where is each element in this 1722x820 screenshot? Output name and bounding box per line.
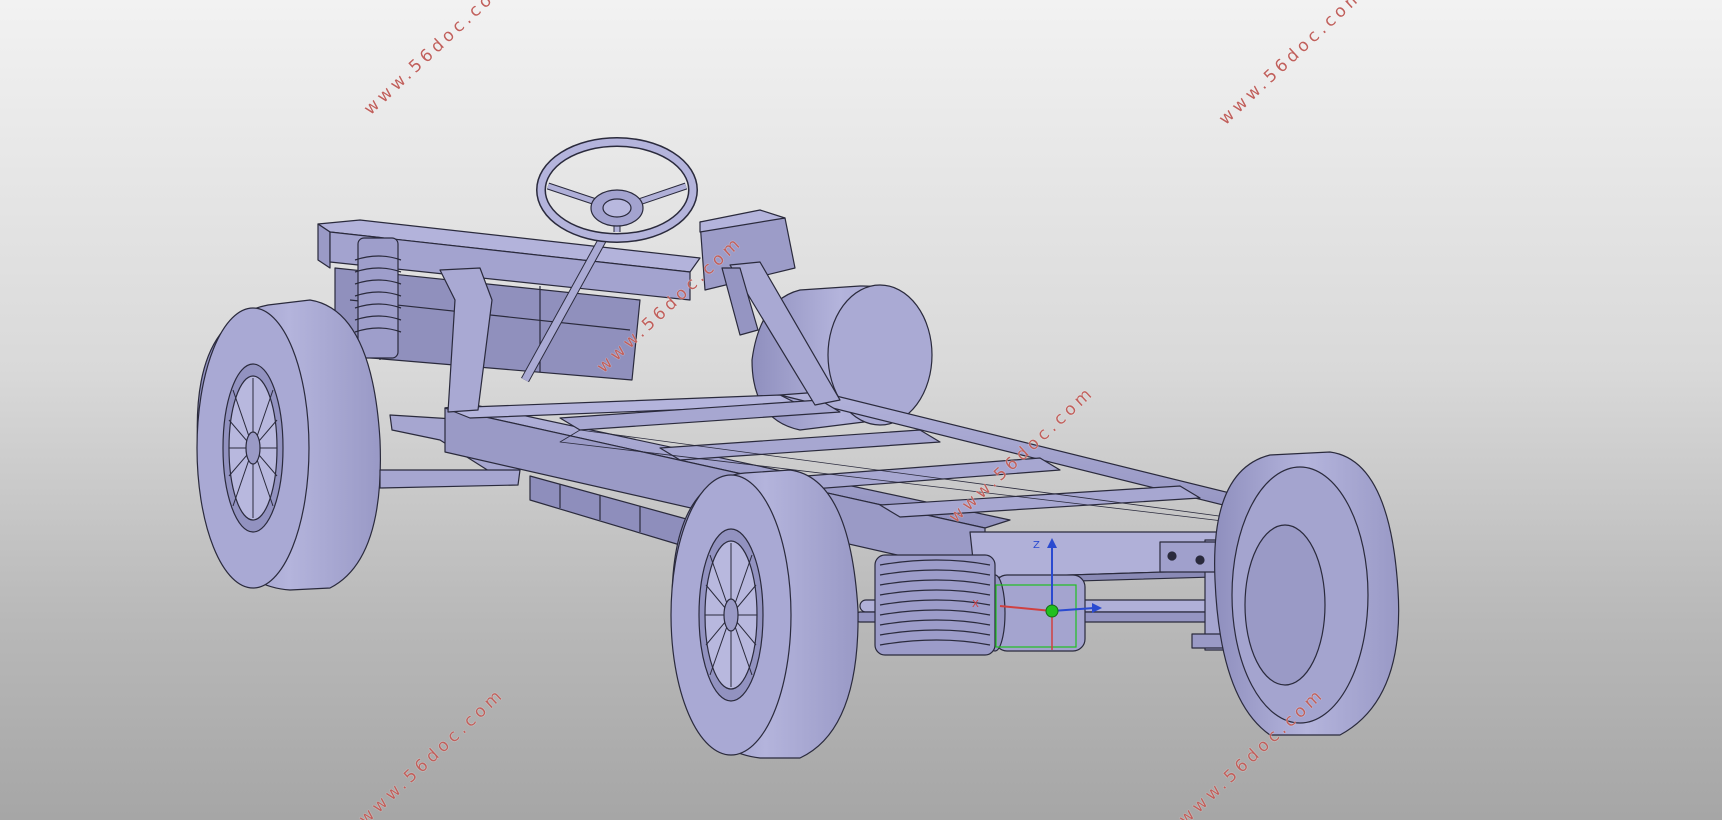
3d-viewport[interactable]: Z X www.56doc.com www.56doc.com www.56do… [0,0,1722,820]
triad-x-label: X [972,599,979,610]
front-left-wheel [670,469,859,759]
chassis-model[interactable]: Z X [0,0,1722,820]
rear-left-wheel [196,299,382,591]
triad-z-label: Z [1033,540,1040,551]
coil-spring-rear-left [354,237,402,359]
